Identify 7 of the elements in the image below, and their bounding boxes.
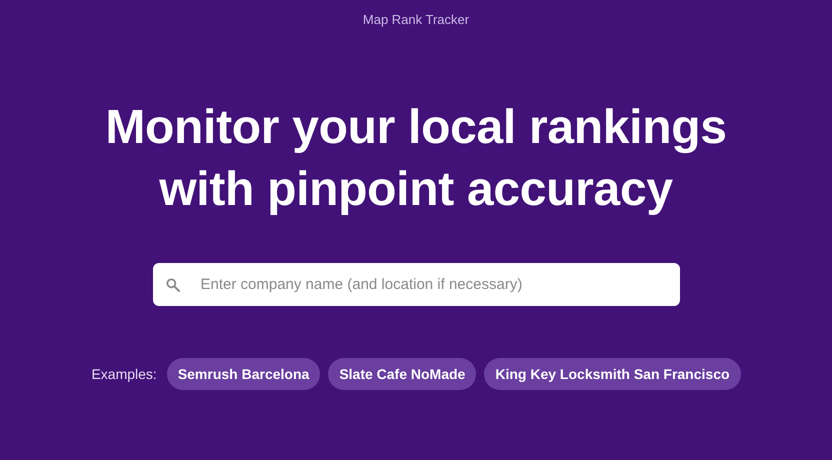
example-chip[interactable]: Slate Cafe NoMade (328, 358, 476, 390)
example-chip[interactable]: King Key Locksmith San Francisco (484, 358, 741, 390)
example-chip[interactable]: Semrush Barcelona (166, 358, 320, 390)
search-field[interactable]: Enter company name (and location if necessary) (152, 263, 680, 306)
examples-label: Examples: (91, 366, 157, 382)
app-title: Map Rank Tracker (362, 12, 470, 27)
hero-heading: Monitor your local rankings with pinpoint accuracy (104, 100, 728, 218)
